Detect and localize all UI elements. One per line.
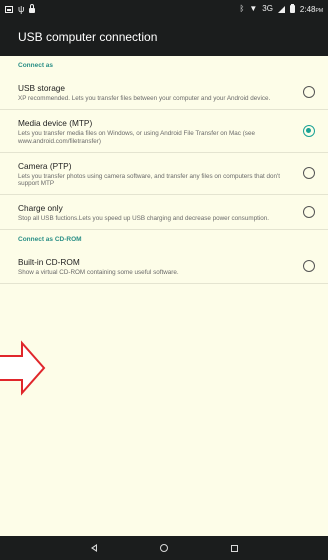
battery-icon	[289, 4, 295, 13]
option-description: XP recommended. Lets you transfer files …	[18, 95, 271, 102]
image-icon	[5, 5, 13, 13]
recent-apps-button[interactable]	[199, 536, 269, 560]
option-media-device-mtp[interactable]: Media device (MTP) Lets you transfer med…	[0, 110, 328, 153]
section-header-connect-as: Connect as	[18, 62, 54, 69]
navigation-bar	[0, 536, 328, 560]
radio-button[interactable]	[303, 206, 315, 219]
option-description: Show a virtual CD-ROM containing some us…	[18, 269, 179, 277]
status-right: ᛒ ▼ 3G 2:48PM	[239, 4, 323, 14]
section-header-connect-as-cdrom: Connect as CD-ROM	[18, 236, 82, 244]
screen: ψ ᛒ ▼ 3G 2:48PM USB computer connection …	[0, 0, 328, 560]
home-button[interactable]	[129, 536, 199, 560]
back-icon	[91, 544, 97, 552]
lock-icon	[29, 4, 36, 13]
option-title: Charge only	[18, 203, 63, 214]
status-left: ψ	[5, 3, 36, 14]
status-bar: ψ ᛒ ▼ 3G 2:48PM	[0, 0, 328, 18]
app-bar: USB computer connection	[0, 18, 328, 56]
wifi-icon: ▼	[249, 4, 258, 13]
option-description: Lets you transfer photos using camera so…	[18, 172, 280, 188]
radio-button[interactable]	[303, 260, 315, 273]
back-button[interactable]	[59, 536, 129, 560]
option-title: Media device (MTP)	[18, 117, 93, 128]
signal-icon	[277, 5, 285, 13]
option-camera-ptp[interactable]: Camera (PTP) Lets you transfer photos us…	[0, 153, 328, 196]
annotation-arrow-icon	[0, 340, 46, 396]
recent-apps-icon	[230, 544, 238, 552]
option-title: USB storage	[18, 83, 66, 93]
option-title: Built-in CD-ROM	[18, 257, 80, 268]
usb-icon: ψ	[18, 3, 25, 14]
radio-button[interactable]	[303, 167, 315, 180]
radio-button-selected[interactable]	[303, 124, 315, 137]
radio-button[interactable]	[303, 85, 315, 98]
clock-time: 2:48	[299, 4, 316, 14]
page-title: USB computer connection	[18, 30, 158, 44]
bluetooth-icon: ᛒ	[239, 4, 245, 13]
home-icon	[160, 544, 168, 552]
clock: 2:48PM	[300, 5, 323, 14]
network-type: 3G	[262, 4, 273, 13]
option-charge-only[interactable]: Charge only Stop all USB fuctions.Lets y…	[0, 195, 328, 231]
option-title: Camera (PTP)	[18, 160, 72, 171]
settings-list: Connect as USB storage XP recommended. L…	[0, 56, 328, 285]
clock-suffix: PM	[315, 7, 324, 14]
option-built-in-cdrom[interactable]: Built-in CD-ROM Show a virtual CD-ROM co…	[0, 249, 328, 285]
option-description: Stop all USB fuctions.Lets you speed up …	[18, 215, 269, 223]
option-description: Lets you transfer media files on Windows…	[18, 129, 255, 145]
option-usb-storage[interactable]: USB storage XP recommended. Lets you tra…	[0, 75, 328, 110]
